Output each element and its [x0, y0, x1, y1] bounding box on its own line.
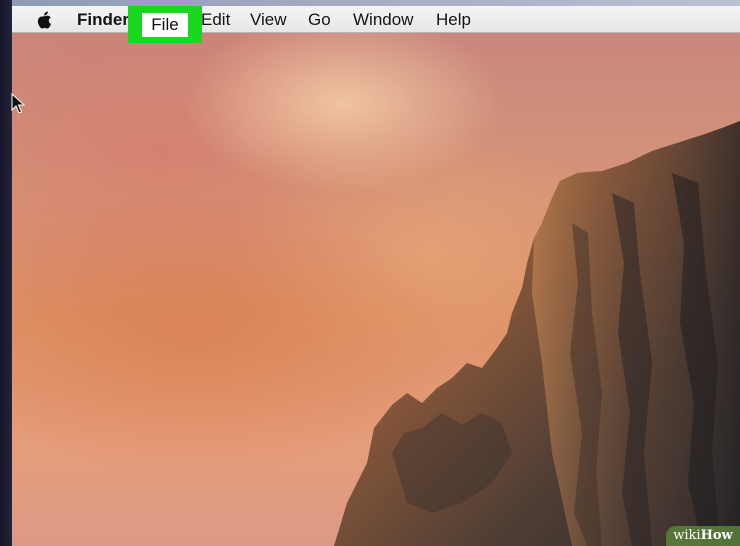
watermark-suffix: How [700, 528, 733, 543]
el-capitan-cliff [334, 121, 740, 546]
menu-help[interactable]: Help [436, 6, 471, 33]
mac-screen: wikiHow Finder File Edit View Go Window … [0, 0, 740, 546]
arrow-cursor-icon [11, 93, 25, 114]
menu-window[interactable]: Window [353, 6, 413, 33]
file-menu-item[interactable]: File [142, 13, 188, 37]
menu-edit[interactable]: Edit [201, 6, 230, 33]
menu-view[interactable]: View [250, 6, 287, 33]
menu-file-label: File [151, 15, 179, 34]
file-menu-highlight: File [128, 6, 202, 43]
watermark-prefix: wiki [673, 528, 701, 543]
menu-bar: Finder File Edit View Go Window Help [12, 6, 740, 43]
screen-bezel [0, 0, 12, 546]
menu-go[interactable]: Go [308, 6, 331, 33]
apple-logo-icon[interactable] [36, 11, 53, 29]
desktop-wallpaper[interactable]: wikiHow [12, 33, 740, 546]
wikihow-watermark: wikiHow [666, 526, 740, 546]
menu-app-name[interactable]: Finder [77, 6, 129, 33]
